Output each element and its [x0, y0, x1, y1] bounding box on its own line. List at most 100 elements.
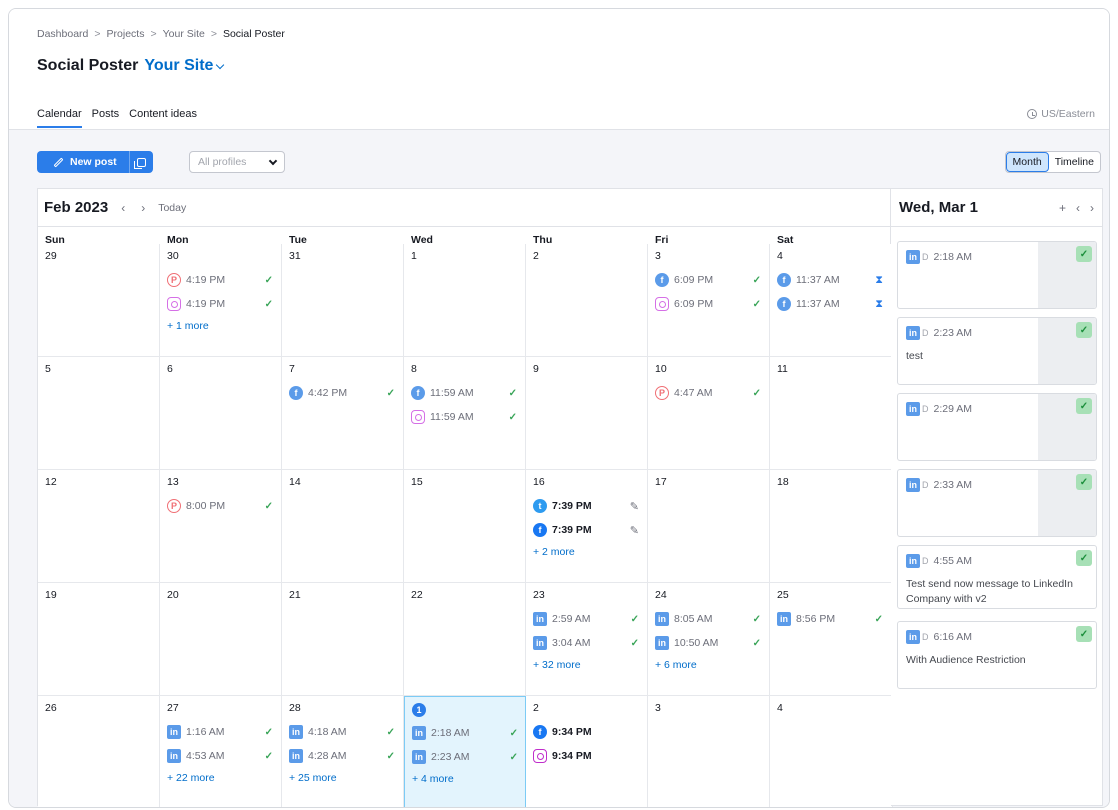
- day-cell[interactable]: 9: [526, 357, 648, 470]
- scheduled-post[interactable]: P 4:19 PM ✓: [167, 272, 273, 288]
- duplicate-post-button[interactable]: [128, 151, 153, 173]
- day-cell[interactable]: 1: [404, 244, 526, 357]
- add-icon[interactable]: +: [1059, 201, 1066, 215]
- scheduled-post[interactable]: t 7:39 PM ✎: [533, 498, 639, 514]
- breadcrumb-your-site[interactable]: Your Site: [163, 28, 205, 40]
- scheduled-post[interactable]: P 4:47 AM ✓: [655, 385, 761, 401]
- tab-calendar[interactable]: Calendar: [37, 108, 82, 128]
- scheduled-post[interactable]: f 6:09 PM ✓: [655, 272, 761, 288]
- post-card[interactable]: in D 2:23 AM test ✓: [897, 317, 1097, 385]
- scheduled-post[interactable]: in 2:59 AM ✓: [533, 611, 639, 627]
- prev-month-arrow-icon[interactable]: ‹: [118, 201, 128, 215]
- post-card[interactable]: in D 4:55 AM Test send now message to Linke…: [897, 545, 1097, 609]
- tab-content-ideas[interactable]: Content ideas: [129, 108, 197, 128]
- day-cell[interactable]: 4: [770, 696, 893, 807]
- day-cell[interactable]: 24 in 8:05 AM ✓ in 10:50 AM ✓ + 6 more: [648, 583, 770, 696]
- checkmark-icon: ✓: [752, 637, 761, 649]
- more-posts-link[interactable]: + 6 more: [655, 659, 762, 671]
- hourglass-icon: ⧗: [875, 273, 883, 286]
- new-post-button[interactable]: New post: [37, 151, 129, 173]
- day-cell[interactable]: 30 P 4:19 PM ✓ 4:19 PM ✓ + 1 more: [160, 244, 282, 357]
- post-card[interactable]: in D 2:29 AM ✓: [897, 393, 1097, 461]
- day-cell[interactable]: 2 f 9:34 PM 9:34 PM: [526, 696, 648, 807]
- day-cell[interactable]: 31: [282, 244, 404, 357]
- more-posts-link[interactable]: + 4 more: [412, 773, 518, 785]
- day-cell[interactable]: 6: [160, 357, 282, 470]
- scheduled-post[interactable]: in 4:18 AM ✓: [289, 724, 395, 740]
- scheduled-post[interactable]: f 4:42 PM ✓: [289, 385, 395, 401]
- day-cell[interactable]: 20: [160, 583, 282, 696]
- scheduled-post[interactable]: 6:09 PM ✓: [655, 296, 761, 312]
- more-posts-link[interactable]: + 32 more: [533, 659, 640, 671]
- site-selector[interactable]: Your Site: [144, 57, 225, 75]
- timezone-indicator[interactable]: US/Eastern: [1027, 108, 1095, 120]
- scheduled-post[interactable]: in 3:04 AM ✓: [533, 635, 639, 651]
- day-cell[interactable]: 1 in 2:18 AM ✓ in 2:23 AM ✓ + 4 more: [404, 696, 526, 807]
- post-card[interactable]: in D 2:18 AM ✓: [897, 241, 1097, 309]
- scheduled-post[interactable]: f 7:39 PM ✎: [533, 522, 639, 538]
- day-cell[interactable]: 27 in 1:16 AM ✓ in 4:53 AM ✓ + 22 more: [160, 696, 282, 807]
- day-cell[interactable]: 3: [648, 696, 770, 807]
- more-posts-link[interactable]: + 1 more: [167, 320, 274, 332]
- tab-posts[interactable]: Posts: [92, 108, 120, 128]
- day-cell[interactable]: 2: [526, 244, 648, 357]
- day-cell[interactable]: 29: [38, 244, 160, 357]
- day-cell[interactable]: 8 f 11:59 AM ✓ 11:59 AM ✓: [404, 357, 526, 470]
- breadcrumb-dashboard[interactable]: Dashboard: [37, 28, 88, 40]
- day-cell[interactable]: 22: [404, 583, 526, 696]
- scheduled-post[interactable]: in 4:28 AM ✓: [289, 748, 395, 764]
- scheduled-post[interactable]: 4:19 PM ✓: [167, 296, 273, 312]
- day-cell[interactable]: 18: [770, 470, 893, 583]
- day-cell[interactable]: 17: [648, 470, 770, 583]
- facebook-icon: f: [533, 725, 547, 739]
- next-day-arrow-icon[interactable]: ›: [1090, 201, 1094, 215]
- day-cell[interactable]: 11: [770, 357, 893, 470]
- day-cell[interactable]: 3 f 6:09 PM ✓ 6:09 PM ✓: [648, 244, 770, 357]
- day-cell[interactable]: 23 in 2:59 AM ✓ in 3:04 AM ✓ + 32 more: [526, 583, 648, 696]
- scheduled-post[interactable]: in 2:18 AM ✓: [412, 725, 518, 741]
- post-card[interactable]: in D 2:33 AM ✓: [897, 469, 1097, 537]
- day-cell[interactable]: 12: [38, 470, 160, 583]
- day-cell[interactable]: 16 t 7:39 PM ✎ f 7:39 PM ✎ + 2 more: [526, 470, 648, 583]
- day-cell[interactable]: 7 f 4:42 PM ✓: [282, 357, 404, 470]
- scheduled-post[interactable]: in 2:23 AM ✓: [412, 749, 518, 765]
- day-cell[interactable]: 10 P 4:47 AM ✓: [648, 357, 770, 470]
- scheduled-post[interactable]: f 9:34 PM: [533, 724, 639, 740]
- day-cell[interactable]: 28 in 4:18 AM ✓ in 4:28 AM ✓ + 25 more: [282, 696, 404, 807]
- scheduled-post[interactable]: in 4:53 AM ✓: [167, 748, 273, 764]
- scheduled-post[interactable]: in 10:50 AM ✓: [655, 635, 761, 651]
- view-month-button[interactable]: Month: [1005, 152, 1049, 172]
- day-cell[interactable]: 14: [282, 470, 404, 583]
- view-timeline-button[interactable]: Timeline: [1049, 152, 1100, 172]
- post-card[interactable]: in D 6:16 AM With Audience Restriction ✓: [897, 621, 1097, 689]
- day-cell[interactable]: 25 in 8:56 PM ✓: [770, 583, 893, 696]
- day-cell[interactable]: 13 P 8:00 PM ✓: [160, 470, 282, 583]
- scheduled-post[interactable]: in 8:05 AM ✓: [655, 611, 761, 627]
- breadcrumb-projects[interactable]: Projects: [107, 28, 145, 40]
- page-type-icon: D: [922, 556, 929, 566]
- day-cell[interactable]: 21: [282, 583, 404, 696]
- linkedin-icon: in: [289, 725, 303, 739]
- pinterest-icon: P: [167, 273, 181, 287]
- scheduled-post[interactable]: f 11:37 AM ⧗: [777, 296, 883, 312]
- scheduled-post[interactable]: P 8:00 PM ✓: [167, 498, 273, 514]
- scheduled-post[interactable]: f 11:37 AM ⧗: [777, 272, 883, 288]
- prev-day-arrow-icon[interactable]: ‹: [1076, 201, 1080, 215]
- scheduled-post[interactable]: in 1:16 AM ✓: [167, 724, 273, 740]
- scheduled-post[interactable]: in 8:56 PM ✓: [777, 611, 883, 627]
- checkmark-icon: ✓: [386, 750, 395, 762]
- more-posts-link[interactable]: + 22 more: [167, 772, 274, 784]
- day-cell[interactable]: 26: [38, 696, 160, 807]
- profiles-dropdown[interactable]: All profiles: [189, 151, 285, 173]
- scheduled-post[interactable]: 9:34 PM: [533, 748, 639, 764]
- day-cell[interactable]: 19: [38, 583, 160, 696]
- more-posts-link[interactable]: + 25 more: [289, 772, 396, 784]
- day-cell[interactable]: 15: [404, 470, 526, 583]
- next-month-arrow-icon[interactable]: ›: [138, 201, 148, 215]
- day-cell[interactable]: 5: [38, 357, 160, 470]
- today-button[interactable]: Today: [158, 202, 186, 214]
- day-cell[interactable]: 4 f 11:37 AM ⧗ f 11:37 AM ⧗: [770, 244, 893, 357]
- scheduled-post[interactable]: 11:59 AM ✓: [411, 409, 517, 425]
- scheduled-post[interactable]: f 11:59 AM ✓: [411, 385, 517, 401]
- more-posts-link[interactable]: + 2 more: [533, 546, 640, 558]
